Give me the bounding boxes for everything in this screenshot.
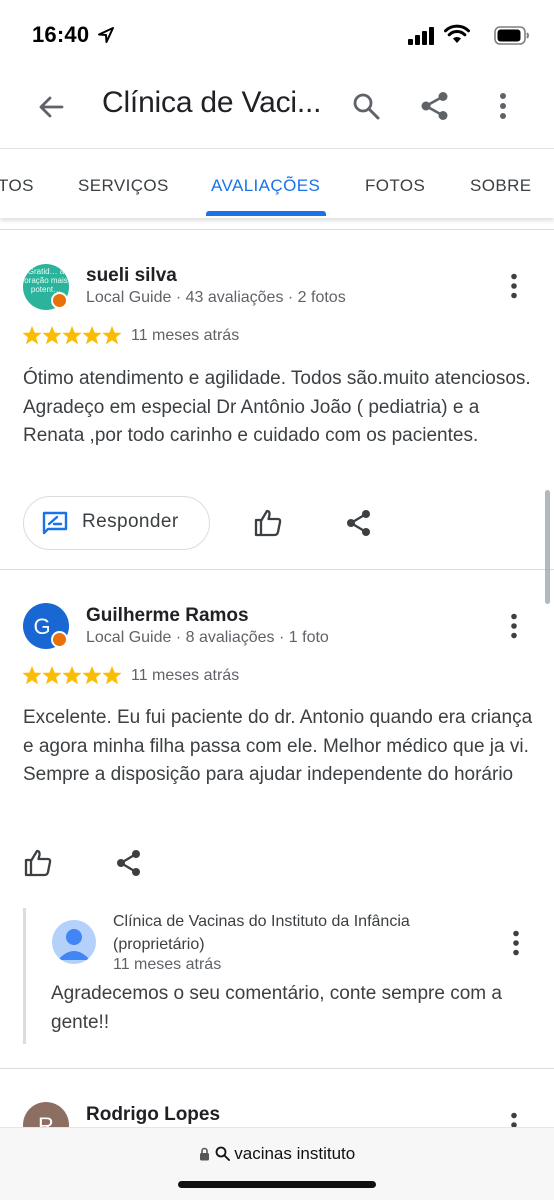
owner-reply: Clínica de Vacinas do Instituto da Infân… xyxy=(23,908,533,1044)
tab-bar: TOS SERVIÇOS AVALIAÇÕES FOTOS SOBRE xyxy=(0,148,554,218)
lock-icon xyxy=(199,1147,209,1161)
url-text: vacinas instituto xyxy=(234,1144,356,1163)
home-indicator xyxy=(178,1181,376,1188)
thumbs-up-icon[interactable] xyxy=(23,848,53,878)
review-date: 11 meses atrás xyxy=(131,327,240,344)
tab-servicos[interactable]: SERVIÇOS xyxy=(78,176,169,196)
review-date: 11 meses atrás xyxy=(131,667,240,684)
more-vert-icon[interactable] xyxy=(504,273,524,299)
share-icon[interactable] xyxy=(344,508,374,538)
browser-url-bar[interactable]: vacinas instituto xyxy=(0,1127,554,1200)
star-rating xyxy=(22,325,122,347)
more-vert-icon[interactable] xyxy=(490,92,516,120)
cellular-signal-icon xyxy=(408,27,434,45)
star-icon xyxy=(22,666,122,685)
local-guide-badge xyxy=(51,292,68,309)
tab-produtos[interactable]: TOS xyxy=(0,176,34,196)
status-time: 16:40 xyxy=(32,22,90,47)
active-tab-indicator xyxy=(206,211,326,216)
respond-label: Responder xyxy=(82,511,179,532)
local-guide-badge xyxy=(51,631,68,648)
share-icon[interactable] xyxy=(420,91,450,121)
divider xyxy=(0,229,554,230)
owner-reply-date: 11 meses atrás xyxy=(113,956,222,973)
reply-icon xyxy=(42,511,68,535)
scrollbar[interactable] xyxy=(545,490,550,604)
star-icon xyxy=(22,326,122,345)
reviewer-name[interactable]: sueli silva xyxy=(86,265,177,287)
wifi-icon xyxy=(444,24,470,43)
back-arrow-icon[interactable] xyxy=(36,92,66,122)
tab-sobre[interactable]: SOBRE xyxy=(470,176,532,196)
review-text: Excelente. Eu fui paciente do dr. Antoni… xyxy=(23,707,533,785)
more-vert-icon[interactable] xyxy=(506,930,526,956)
share-icon[interactable] xyxy=(114,848,144,878)
review-text: Ótimo atendimento e agilidade. Todos são… xyxy=(23,368,531,446)
battery-icon xyxy=(494,26,529,45)
status-bar: 16:40 xyxy=(0,0,554,66)
location-arrow-icon xyxy=(98,27,114,43)
thumbs-up-icon[interactable] xyxy=(253,508,283,538)
owner-reply-text: Agradecemos o seu comentário, conte semp… xyxy=(51,983,502,1033)
reviewer-name[interactable]: Rodrigo Lopes xyxy=(86,1104,220,1126)
owner-name: Clínica de Vacinas do Instituto da Infân… xyxy=(113,913,410,953)
url-content[interactable]: vacinas instituto xyxy=(0,1144,554,1164)
respond-button[interactable]: Responder xyxy=(23,496,210,550)
person-icon xyxy=(58,929,90,960)
search-icon[interactable] xyxy=(352,92,380,120)
tab-avaliacoes[interactable]: AVALIAÇÕES xyxy=(211,176,320,196)
status-icons xyxy=(400,24,530,46)
search-icon xyxy=(215,1146,230,1161)
divider xyxy=(0,569,554,570)
reviewer-name[interactable]: Guilherme Ramos xyxy=(86,605,249,627)
tab-fotos[interactable]: FOTOS xyxy=(365,176,425,196)
avatar xyxy=(52,920,96,964)
page-title: Clínica de Vaci... xyxy=(102,86,322,119)
star-rating xyxy=(22,665,122,687)
more-vert-icon[interactable] xyxy=(504,613,524,639)
app-bar: Clínica de Vaci... xyxy=(0,66,554,148)
reviewer-meta[interactable]: Local Guide · 8 avaliações · 1 foto xyxy=(86,629,329,647)
divider xyxy=(0,1068,554,1069)
reviewer-meta[interactable]: Local Guide · 43 avaliações · 2 fotos xyxy=(86,289,346,307)
